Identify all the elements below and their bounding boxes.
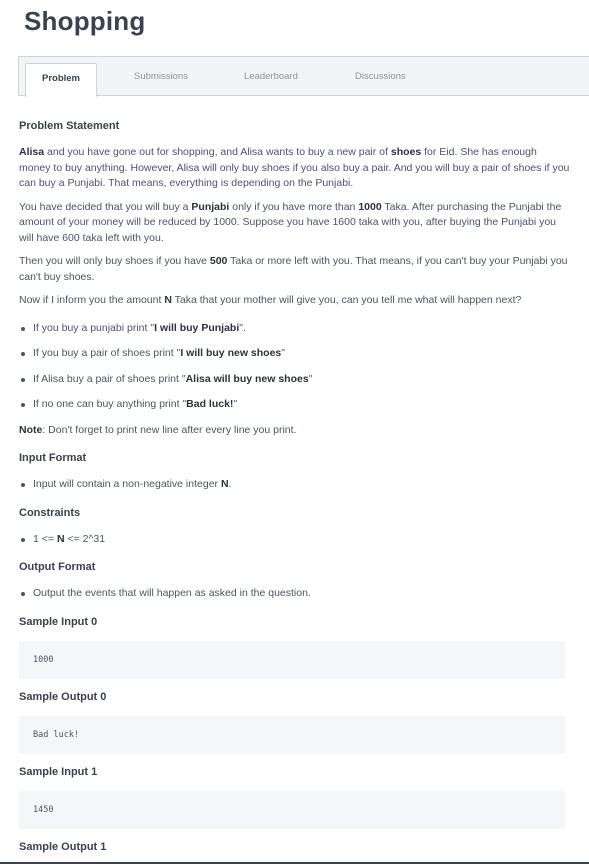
list-item: If Alisa buy a pair of shoes print "Alis… <box>19 372 571 388</box>
list-item: If you buy a pair of shoes print "I will… <box>19 346 571 362</box>
text: " <box>233 398 238 410</box>
note-paragraph: Note: Don't forget to print new line aft… <box>19 423 571 439</box>
text: : Don't forget to print new line after e… <box>42 423 297 436</box>
bold-text: Note <box>19 423 43 436</box>
bold-text: N <box>220 478 229 490</box>
text: Taka that your mother will give you, can… <box>171 294 522 306</box>
sample-input-1-heading: Sample Input 1 <box>19 765 98 778</box>
tab-problem[interactable]: Problem <box>25 63 97 97</box>
bold-text: I will buy Punjabi <box>154 321 240 334</box>
output-format-heading: Output Format <box>19 561 96 573</box>
bold-text: shoes <box>390 146 422 158</box>
sample-input-0-heading: Sample Input 0 <box>19 615 98 628</box>
bold-text: N <box>164 294 172 306</box>
page-title: Shopping <box>24 6 146 36</box>
list-item: If you buy a punjabi print "I will buy P… <box>19 321 571 337</box>
list-item: If no one can buy anything print "Bad lu… <box>19 397 571 413</box>
text: If no one can buy anything print " <box>33 398 187 410</box>
text: <= 2^31 <box>64 532 106 545</box>
input-format-heading: Input Format <box>19 452 87 464</box>
sample-output-1-heading: Sample Output 1 <box>19 840 107 853</box>
problem-paragraph-4: Now if I inform you the amount N Taka th… <box>19 293 571 309</box>
bold-text: Alisa <box>19 146 45 158</box>
text: You have decided that you will buy a <box>19 200 192 213</box>
text: 1 <= <box>33 532 57 545</box>
tab-discussions[interactable]: Discussions <box>355 57 406 96</box>
text: and you have gone out for shopping, and … <box>44 146 391 158</box>
text: If you buy a punjabi print " <box>33 321 155 334</box>
bold-text: N <box>56 532 65 545</box>
bold-text: 500 <box>209 255 228 267</box>
text: If Alisa buy a pair of shoes print " <box>33 372 186 385</box>
bold-text: I will buy new shoes <box>180 347 282 359</box>
list-item: 1 <= N <= 2^31 <box>19 532 571 548</box>
text: If you buy a pair of shoes print " <box>33 347 181 359</box>
input-format-list: Input will contain a non-negative intege… <box>19 477 571 493</box>
output-rules-list: If you buy a punjabi print "I will buy P… <box>19 321 571 413</box>
text: Output the events that will happen as as… <box>33 587 311 599</box>
bold-text: Bad luck! <box>186 398 234 410</box>
tab-leaderboard[interactable]: Leaderboard <box>244 57 298 96</box>
text: only if you have more than <box>229 200 359 213</box>
bold-text: Alisa will buy new shoes <box>185 372 309 385</box>
list-item: Input will contain a non-negative intege… <box>19 477 571 493</box>
problem-content: Problem Statement Alisa and you have gon… <box>19 118 571 866</box>
text: ". <box>239 321 246 334</box>
text: Then you will only buy shoes if you have <box>19 255 210 267</box>
constraints-list: 1 <= N <= 2^31 <box>19 532 571 548</box>
bold-text: 1000 <box>358 200 382 213</box>
bold-text: Punjabi <box>191 200 230 213</box>
text: Input will contain a non-negative intege… <box>33 478 221 490</box>
sample-input-0-code: 1000 <box>19 640 565 679</box>
sample-input-1-code: 1450 <box>19 790 565 829</box>
text: " <box>281 347 285 359</box>
constraints-heading: Constraints <box>19 506 81 519</box>
problem-paragraph-1: Alisa and you have gone out for shopping… <box>19 145 571 192</box>
sample-output-0-code: Bad luck! <box>19 715 565 754</box>
output-format-list: Output the events that will happen as as… <box>19 586 571 602</box>
text: . <box>228 478 232 490</box>
problem-paragraph-2: You have decided that you will buy a Pun… <box>19 200 571 247</box>
text: Now if I inform you the amount <box>19 294 165 306</box>
problem-paragraph-3: Then you will only buy shoes if you have… <box>19 254 571 285</box>
sample-output-0-heading: Sample Output 0 <box>19 690 107 703</box>
tab-bar: Problem Submissions Leaderboard Discussi… <box>18 56 589 97</box>
list-item: Output the events that will happen as as… <box>19 586 571 602</box>
text: " <box>308 372 313 385</box>
problem-statement-heading: Problem Statement <box>19 120 120 132</box>
tab-submissions[interactable]: Submissions <box>134 57 188 96</box>
